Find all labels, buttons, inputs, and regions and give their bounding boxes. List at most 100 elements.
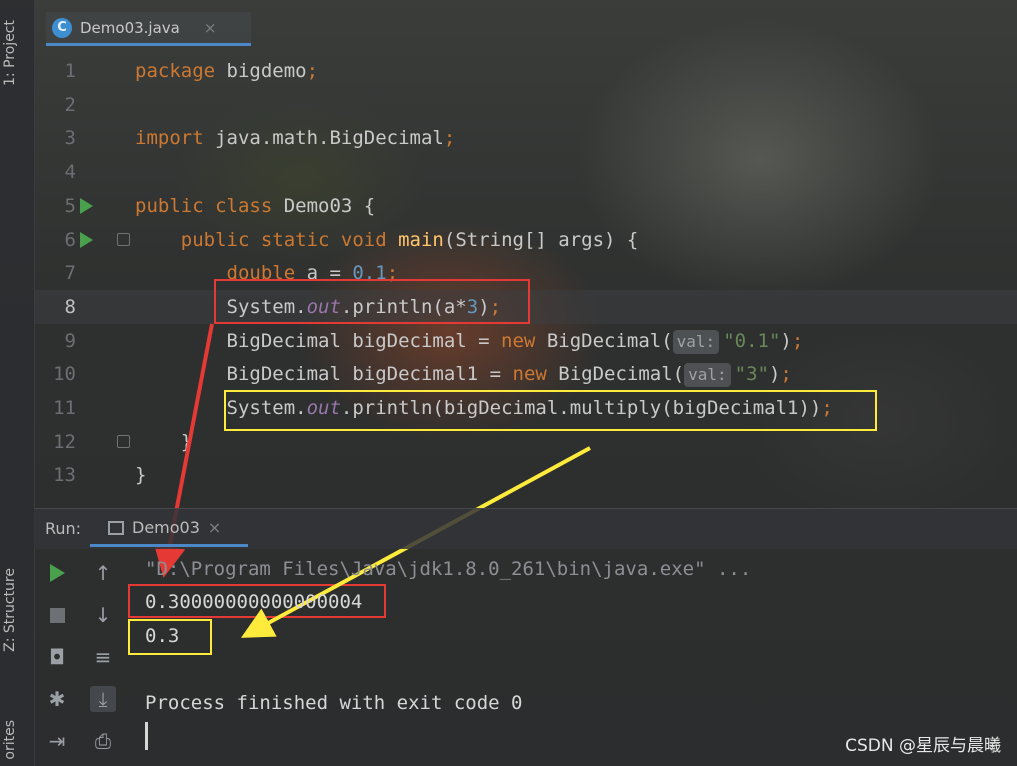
code-token: BigDecimal bigDecimal1 = bbox=[135, 363, 513, 386]
favorites-tool-tab-label: orites bbox=[2, 720, 18, 760]
code-line[interactable]: 5 public class Demo03 { bbox=[34, 189, 1017, 223]
code-text: package bigdemo; bbox=[135, 54, 318, 88]
scroll-to-end-icon: ⤓ bbox=[98, 687, 108, 711]
csdn-watermark: CSDN @星辰与晨曦 bbox=[845, 736, 1001, 756]
line-number[interactable]: 5 bbox=[34, 189, 76, 223]
code-token: "3" bbox=[734, 363, 769, 386]
editor-tab-bar: C Demo03.java × bbox=[34, 10, 1017, 48]
code-line[interactable]: 3 import java.math.BigDecimal; bbox=[34, 121, 1017, 155]
line-number[interactable]: 11 bbox=[34, 391, 76, 425]
code-token: java.math.BigDecimal bbox=[215, 127, 444, 150]
scroll-to-end-button[interactable]: ⤓ bbox=[90, 686, 116, 712]
code-token: "0.1" bbox=[723, 329, 781, 352]
code-token: ) bbox=[780, 329, 792, 352]
line-number[interactable]: 9 bbox=[34, 324, 76, 358]
fold-icon[interactable] bbox=[117, 434, 130, 448]
code-token: new bbox=[501, 329, 547, 352]
yellow-highlight-box-code bbox=[224, 390, 877, 431]
run-panel-header: Run: Demo03 × bbox=[34, 508, 1017, 549]
arrow-up-icon: ↑ bbox=[94, 561, 112, 585]
code-token: Demo03 { bbox=[283, 194, 376, 217]
code-line[interactable]: 4 bbox=[34, 155, 1017, 189]
soft-wrap-icon: ≡ bbox=[94, 645, 112, 669]
code-line[interactable]: 6 public static void main(String[] args)… bbox=[34, 223, 1017, 257]
fold-icon[interactable] bbox=[117, 232, 130, 246]
code-text: BigDecimal bigDecimal1 = new BigDecimal(… bbox=[135, 357, 792, 391]
code-token: ; bbox=[791, 329, 804, 352]
stop-button[interactable] bbox=[44, 602, 70, 628]
console-icon bbox=[108, 520, 124, 535]
code-token: ; bbox=[443, 127, 456, 150]
line-number[interactable]: 8 bbox=[34, 290, 76, 324]
code-token: (String[] args) { bbox=[443, 228, 639, 251]
java-class-icon: C bbox=[52, 17, 72, 38]
code-token: public class bbox=[135, 194, 284, 217]
parameter-hint: val: bbox=[684, 363, 731, 388]
debug-settings-button[interactable]: ✱ bbox=[44, 686, 70, 712]
code-line[interactable]: 13} bbox=[34, 458, 1017, 492]
line-number[interactable]: 4 bbox=[34, 155, 76, 189]
code-editor[interactable]: 1 package bigdemo; 2 3 import java.math.BigD… bbox=[34, 52, 1017, 504]
line-number[interactable]: 12 bbox=[34, 425, 76, 459]
line-number[interactable]: 1 bbox=[34, 54, 76, 88]
run-tab-demo03[interactable]: Demo03 × bbox=[90, 511, 248, 547]
stop-icon bbox=[49, 607, 65, 623]
run-label: Run: bbox=[45, 519, 82, 538]
line-number[interactable]: 10 bbox=[34, 357, 76, 391]
code-token: package bbox=[135, 60, 227, 82]
line-number[interactable]: 2 bbox=[34, 88, 76, 122]
code-line[interactable]: 9 BigDecimal bigDecimal = new BigDecimal… bbox=[34, 324, 1017, 358]
project-tool-tab-label: 1: Project bbox=[2, 20, 18, 86]
code-token: ; bbox=[780, 363, 792, 386]
scroll-up-button[interactable]: ↑ bbox=[90, 560, 116, 586]
line-number[interactable]: 13 bbox=[34, 458, 76, 492]
favorites-tool-tab[interactable]: orites bbox=[2, 720, 18, 760]
run-tab-label: Demo03 bbox=[132, 518, 200, 537]
run-gutter-icon[interactable] bbox=[80, 197, 93, 214]
code-token: BigDecimal( bbox=[558, 363, 685, 386]
code-token: BigDecimal bigDecimal = bbox=[135, 329, 502, 352]
code-token: main bbox=[398, 228, 444, 251]
scroll-down-button[interactable]: ↓ bbox=[90, 602, 116, 628]
code-token: bigdemo bbox=[226, 60, 307, 82]
code-token: import bbox=[135, 127, 216, 150]
arrow-down-icon: ↓ bbox=[94, 603, 112, 627]
code-token: } bbox=[135, 430, 193, 453]
structure-tool-tab[interactable]: Z: Structure bbox=[2, 568, 18, 652]
line-number[interactable]: 3 bbox=[34, 121, 76, 155]
camera-icon: ◘ bbox=[49, 645, 65, 669]
console-output-double: 0.30000000000000004 bbox=[145, 591, 363, 613]
code-text: import java.math.BigDecimal; bbox=[135, 121, 455, 155]
code-line[interactable]: 2 bbox=[34, 88, 1017, 122]
bug-icon: ✱ bbox=[48, 687, 66, 711]
parameter-hint: val: bbox=[672, 329, 720, 354]
red-highlight-box-code bbox=[214, 279, 530, 324]
camera-button[interactable]: ◘ bbox=[44, 644, 70, 670]
editor-tab-demo03[interactable]: C Demo03.java × bbox=[46, 12, 251, 46]
code-token: ) bbox=[768, 363, 781, 386]
run-gutter-icon[interactable] bbox=[80, 231, 93, 248]
code-line[interactable]: 1 package bigdemo; bbox=[34, 54, 1017, 88]
close-tab-icon[interactable]: × bbox=[204, 19, 217, 37]
console-caret bbox=[145, 722, 148, 750]
print-icon: ⎙ bbox=[95, 729, 111, 753]
code-text: public static void main(String[] args) { bbox=[135, 223, 639, 257]
tool-window-strip: 1: Project Z: Structure orites bbox=[0, 0, 35, 766]
run-toolbar: ↑ ↓ ◘ ≡ ✱ ⤓ ⇥ ⎙ bbox=[34, 548, 124, 766]
code-text: } bbox=[135, 458, 146, 492]
editor-tab-filename: Demo03.java bbox=[80, 18, 180, 37]
close-run-tab-icon[interactable]: × bbox=[208, 518, 221, 537]
code-token: BigDecimal( bbox=[546, 329, 673, 352]
line-number[interactable]: 6 bbox=[34, 223, 76, 257]
soft-wrap-button[interactable]: ≡ bbox=[90, 644, 116, 670]
code-line[interactable]: 10 BigDecimal bigDecimal1 = new BigDecim… bbox=[34, 357, 1017, 391]
line-number[interactable]: 7 bbox=[34, 256, 76, 290]
print-button[interactable]: ⎙ bbox=[90, 728, 116, 754]
code-token: } bbox=[135, 464, 147, 487]
exit-button[interactable]: ⇥ bbox=[44, 728, 70, 754]
project-tool-tab[interactable]: 1: Project bbox=[2, 20, 18, 86]
rerun-button[interactable] bbox=[44, 560, 70, 586]
console-output-bigdecimal: 0.3 bbox=[145, 625, 180, 647]
